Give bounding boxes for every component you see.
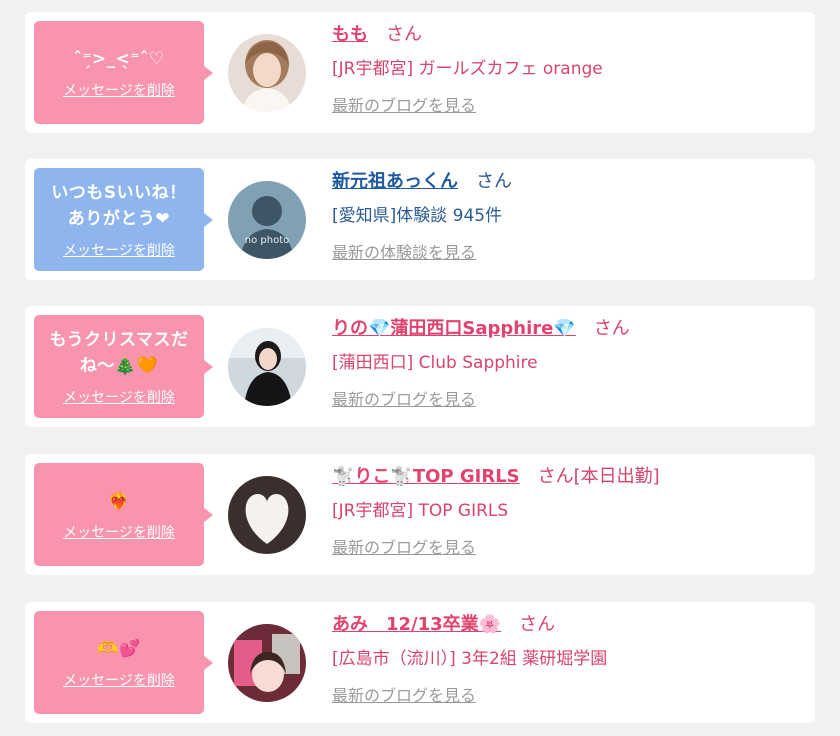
message-text: もうクリスマスだ ね〜🎄🧡 <box>49 329 189 376</box>
profile-name-link[interactable]: あみ 12/13卒業🌸 <box>332 614 501 635</box>
latest-blog-link[interactable]: 最新のブログを見る <box>332 537 476 559</box>
message-card: 🫶💕 メッセージを削除 あみ 12/13卒業🌸 さん [広島市（流川）] 3年2組… <box>25 602 815 723</box>
avatar[interactable] <box>228 34 306 112</box>
message-card: もうクリスマスだ ね〜🎄🧡 メッセージを削除 りの💎蒲田西口Sapphire💎 さ… <box>25 306 815 427</box>
latest-blog-link[interactable]: 最新のブログを見る <box>332 389 476 411</box>
delete-message-link[interactable]: メッセージを削除 <box>63 670 175 690</box>
message-bubble: ❤️‍🔥 メッセージを削除 <box>34 463 213 566</box>
working-today-badge: [本日出勤] <box>573 466 660 487</box>
message-text: ❤️‍🔥 <box>108 490 130 511</box>
message-bubble: 🫶💕 メッセージを削除 <box>34 611 213 714</box>
no-photo-label: no photo <box>245 235 289 246</box>
message-text: 🫶💕 <box>97 638 141 659</box>
profile-name-link[interactable]: 🐩りこ🐩TOP GIRLS <box>332 466 520 487</box>
profile-name-link[interactable]: りの💎蒲田西口Sapphire💎 <box>332 318 576 339</box>
message-text: いつもSいいね！ ありがとう❤ <box>51 182 187 229</box>
profile-info: もも さん [JR宇都宮] ガールズカフェ orange 最新のブログを見る <box>332 22 805 117</box>
shop-name: [JR宇都宮] ガールズカフェ orange <box>332 59 603 79</box>
message-bubble: ˆ⁼̗>_<̖⁼ˆ♡ メッセージを削除 <box>34 21 213 124</box>
shop-name: [蒲田西口] Club Sapphire <box>332 353 538 373</box>
honorific: さん <box>593 318 630 339</box>
profile-info: あみ 12/13卒業🌸 さん [広島市（流川）] 3年2組 薬研堀学園 最新のブロ… <box>332 612 805 707</box>
honorific: さん <box>519 614 556 635</box>
message-bubble: いつもSいいね！ ありがとう❤ メッセージを削除 <box>34 168 213 271</box>
message-card: ❤️‍🔥 メッセージを削除 🐩りこ🐩TOP GIRLS さん[本日出勤] [JR宇… <box>25 454 815 575</box>
shop-name: [JR宇都宮] TOP GIRLS <box>332 501 509 521</box>
profile-name-link[interactable]: 新元祖あっくん <box>332 171 458 192</box>
message-card: ˆ⁼̗>_<̖⁼ˆ♡ メッセージを削除 もも さん [JR宇都宮] ガールズカフェ… <box>25 12 815 133</box>
message-card: いつもSいいね！ ありがとう❤ メッセージを削除 no photo 新元祖あっく… <box>25 159 815 280</box>
honorific: さん <box>386 24 422 45</box>
avatar[interactable]: no photo <box>228 181 306 259</box>
delete-message-link[interactable]: メッセージを削除 <box>63 80 175 100</box>
delete-message-link[interactable]: メッセージを削除 <box>63 522 175 542</box>
profile-info: 🐩りこ🐩TOP GIRLS さん[本日出勤] [JR宇都宮] TOP GIRLS … <box>332 464 805 559</box>
latest-reviews-link[interactable]: 最新の体験談を見る <box>332 242 476 264</box>
message-text: ˆ⁼̗>_<̖⁼ˆ♡ <box>73 48 165 69</box>
message-list: ˆ⁼̗>_<̖⁼ˆ♡ メッセージを削除 もも さん [JR宇都宮] ガールズカフェ… <box>0 0 840 736</box>
profile-name-link[interactable]: もも <box>332 24 368 45</box>
delete-message-link[interactable]: メッセージを削除 <box>63 387 175 407</box>
profile-info: りの💎蒲田西口Sapphire💎 さん [蒲田西口] Club Sapphire … <box>332 316 805 411</box>
avatar[interactable] <box>228 328 306 406</box>
latest-blog-link[interactable]: 最新のブログを見る <box>332 685 476 707</box>
honorific: さん <box>476 171 512 192</box>
latest-blog-link[interactable]: 最新のブログを見る <box>332 95 476 117</box>
shop-name: [広島市（流川）] 3年2組 薬研堀学園 <box>332 649 608 669</box>
delete-message-link[interactable]: メッセージを削除 <box>63 240 175 260</box>
message-bubble: もうクリスマスだ ね〜🎄🧡 メッセージを削除 <box>34 315 213 418</box>
avatar[interactable] <box>228 476 306 554</box>
profile-info: 新元祖あっくん さん [愛知県]体験談 945件 最新の体験談を見る <box>332 169 805 264</box>
honorific: さん <box>537 466 574 487</box>
shop-name: [愛知県]体験談 945件 <box>332 206 503 226</box>
avatar[interactable] <box>228 624 306 702</box>
